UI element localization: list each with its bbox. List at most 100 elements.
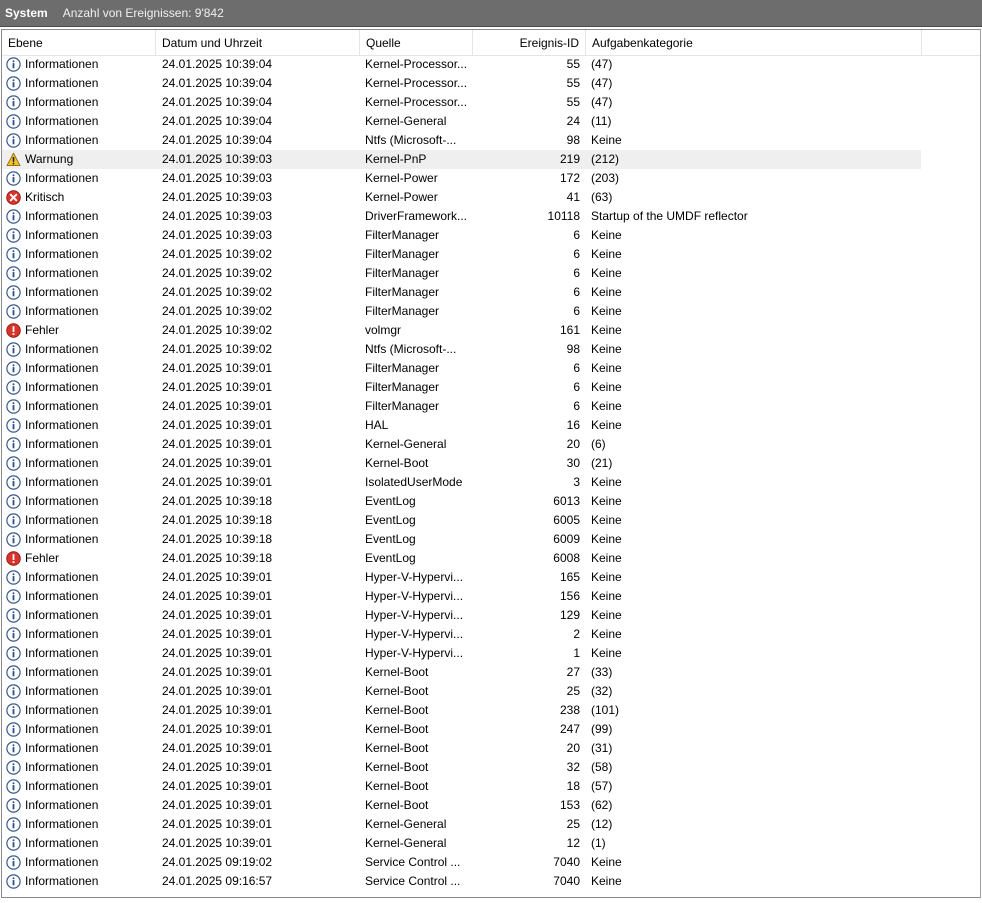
event-date: 24.01.2025 10:39:18 <box>162 551 273 565</box>
event-source: Kernel-Boot <box>365 703 429 717</box>
event-row[interactable]: Informationen 24.01.2025 10:39:01 HAL 16 Kei… <box>2 416 980 435</box>
column-header-event-id[interactable]: Ereignis-ID <box>473 30 586 55</box>
event-row[interactable]: Informationen 24.01.2025 10:39:01 Hyper-V-… <box>2 625 980 644</box>
event-date: 24.01.2025 10:39:01 <box>162 665 273 679</box>
info-icon <box>6 798 21 813</box>
event-row[interactable]: Informationen 24.01.2025 10:39:01 Kernel-G… <box>2 435 980 454</box>
event-level-text: Informationen <box>25 304 99 318</box>
event-level-text: Informationen <box>25 247 99 261</box>
column-header-level[interactable]: Ebene <box>2 30 156 55</box>
event-row[interactable]: Informationen 24.01.2025 10:39:02 FilterMa… <box>2 302 980 321</box>
event-level-text: Informationen <box>25 570 99 584</box>
info-icon <box>6 855 21 870</box>
column-header-category[interactable]: Aufgabenkategorie <box>586 30 922 55</box>
event-id: 25 <box>566 684 580 698</box>
event-row[interactable]: Fehler 24.01.2025 10:39:18 EventLog 6008 Kei… <box>2 549 980 568</box>
event-source: Kernel-General <box>365 114 447 128</box>
event-source: FilterManager <box>365 399 440 413</box>
event-row[interactable]: Informationen 24.01.2025 10:39:01 Kernel-B… <box>2 701 980 720</box>
event-id: 30 <box>566 456 580 470</box>
event-category: Keine <box>591 627 622 641</box>
event-level: Informationen <box>6 701 156 720</box>
info-icon <box>6 209 21 224</box>
event-row[interactable]: Informationen 24.01.2025 10:39:02 FilterMa… <box>2 245 980 264</box>
event-row[interactable]: Informationen 24.01.2025 10:39:04 Ntfs (Mi… <box>2 131 980 150</box>
event-level: Informationen <box>6 682 156 701</box>
event-level-text: Informationen <box>25 133 99 147</box>
event-row[interactable]: Informationen 24.01.2025 10:39:01 Kernel-B… <box>2 739 980 758</box>
column-header-source[interactable]: Quelle <box>360 30 473 55</box>
event-level: Informationen <box>6 834 156 853</box>
event-source: Kernel-Boot <box>365 665 429 679</box>
info-icon <box>6 722 21 737</box>
event-row[interactable]: Warnung 24.01.2025 10:39:03 Kernel-PnP 219 (… <box>2 150 980 169</box>
event-row[interactable]: Informationen 24.01.2025 10:39:03 FilterMa… <box>2 226 980 245</box>
event-row[interactable]: Informationen 24.01.2025 10:39:02 FilterMa… <box>2 264 980 283</box>
event-id: 2 <box>573 627 580 641</box>
event-source: Kernel-Processor... <box>365 76 468 90</box>
event-level: Informationen <box>6 606 156 625</box>
event-row[interactable]: Informationen 24.01.2025 10:39:01 Hyper-V-… <box>2 606 980 625</box>
info-icon <box>6 228 21 243</box>
event-id: 55 <box>566 57 580 71</box>
event-level-text: Informationen <box>25 741 99 755</box>
info-icon <box>6 133 21 148</box>
event-level-text: Informationen <box>25 418 99 432</box>
info-icon <box>6 741 21 756</box>
event-id: 6005 <box>553 513 580 527</box>
event-row[interactable]: Informationen 24.01.2025 10:39:02 Ntfs (Mi… <box>2 340 980 359</box>
info-icon <box>6 475 21 490</box>
event-row[interactable]: Informationen 24.01.2025 10:39:18 EventLog… <box>2 492 980 511</box>
event-row[interactable]: Informationen 24.01.2025 10:39:04 Kernel-P… <box>2 93 980 112</box>
info-icon <box>6 171 21 186</box>
event-source: FilterManager <box>365 266 440 280</box>
event-row[interactable]: Informationen 24.01.2025 10:39:01 Kernel-B… <box>2 663 980 682</box>
event-category: Keine <box>591 361 622 375</box>
event-row[interactable]: Informationen 24.01.2025 10:39:01 Kernel-B… <box>2 454 980 473</box>
info-icon <box>6 646 21 661</box>
event-row[interactable]: Informationen 24.01.2025 10:39:01 Hyper-V-… <box>2 644 980 663</box>
event-category: (33) <box>591 665 613 679</box>
event-row[interactable]: Informationen 24.01.2025 10:39:01 Kernel-B… <box>2 682 980 701</box>
event-level-text: Informationen <box>25 589 99 603</box>
event-date: 24.01.2025 10:39:01 <box>162 589 273 603</box>
event-row[interactable]: Informationen 24.01.2025 10:39:01 Kernel-G… <box>2 815 980 834</box>
event-level: Informationen <box>6 74 156 93</box>
event-id: 20 <box>566 741 580 755</box>
event-row[interactable]: Informationen 24.01.2025 10:39:01 Kernel-G… <box>2 834 980 853</box>
event-row[interactable]: Kritisch 24.01.2025 10:39:03 Kernel-Power 4… <box>2 188 980 207</box>
event-row[interactable]: Informationen 24.01.2025 10:39:18 EventLog… <box>2 511 980 530</box>
event-row[interactable]: Informationen 24.01.2025 10:39:04 Kernel-G… <box>2 112 980 131</box>
event-row[interactable]: Informationen 24.01.2025 10:39:03 Kernel-P… <box>2 169 980 188</box>
event-row[interactable]: Informationen 24.01.2025 10:39:01 Kernel-B… <box>2 720 980 739</box>
event-row[interactable]: Informationen 24.01.2025 10:39:01 Kernel-B… <box>2 796 980 815</box>
event-row[interactable]: Informationen 24.01.2025 10:39:01 Hyper-V-… <box>2 568 980 587</box>
event-row[interactable]: Informationen 24.01.2025 10:39:02 FilterMa… <box>2 283 980 302</box>
event-level-text: Kritisch <box>25 190 65 204</box>
event-source: Kernel-Processor... <box>365 95 468 109</box>
event-row[interactable]: Informationen 24.01.2025 10:39:01 Kernel-B… <box>2 777 980 796</box>
event-row[interactable]: Fehler 24.01.2025 10:39:02 volmgr 161 Keine <box>2 321 980 340</box>
event-row[interactable]: Informationen 24.01.2025 10:39:01 FilterMa… <box>2 359 980 378</box>
info-icon <box>6 95 21 110</box>
event-row[interactable]: Informationen 24.01.2025 10:39:18 EventLog… <box>2 530 980 549</box>
event-row[interactable]: Informationen 24.01.2025 10:39:01 Hyper-V-… <box>2 587 980 606</box>
event-level: Informationen <box>6 777 156 796</box>
event-row[interactable]: Informationen 24.01.2025 10:39:04 Kernel-P… <box>2 74 980 93</box>
event-row[interactable]: Informationen 24.01.2025 10:39:01 FilterMa… <box>2 397 980 416</box>
event-date: 24.01.2025 10:39:03 <box>162 228 273 242</box>
event-level: Informationen <box>6 131 156 150</box>
column-header-date[interactable]: Datum und Uhrzeit <box>156 30 360 55</box>
event-row[interactable]: Informationen 24.01.2025 09:19:02 Service … <box>2 853 980 872</box>
event-row[interactable]: Informationen 24.01.2025 10:39:03 DriverFr… <box>2 207 980 226</box>
event-id: 41 <box>566 190 580 204</box>
event-row[interactable]: Informationen 24.01.2025 10:39:01 FilterMa… <box>2 378 980 397</box>
info-icon <box>6 494 21 509</box>
event-row[interactable]: Informationen 24.01.2025 10:39:01 Kernel-B… <box>2 758 980 777</box>
event-row[interactable]: Informationen 24.01.2025 09:16:57 Service … <box>2 872 980 891</box>
event-level: Informationen <box>6 568 156 587</box>
event-source: Kernel-General <box>365 817 447 831</box>
event-row[interactable]: Informationen 24.01.2025 10:39:01 Isolated… <box>2 473 980 492</box>
event-level-text: Informationen <box>25 437 99 451</box>
event-row[interactable]: Informationen 24.01.2025 10:39:04 Kernel-P… <box>2 55 980 74</box>
